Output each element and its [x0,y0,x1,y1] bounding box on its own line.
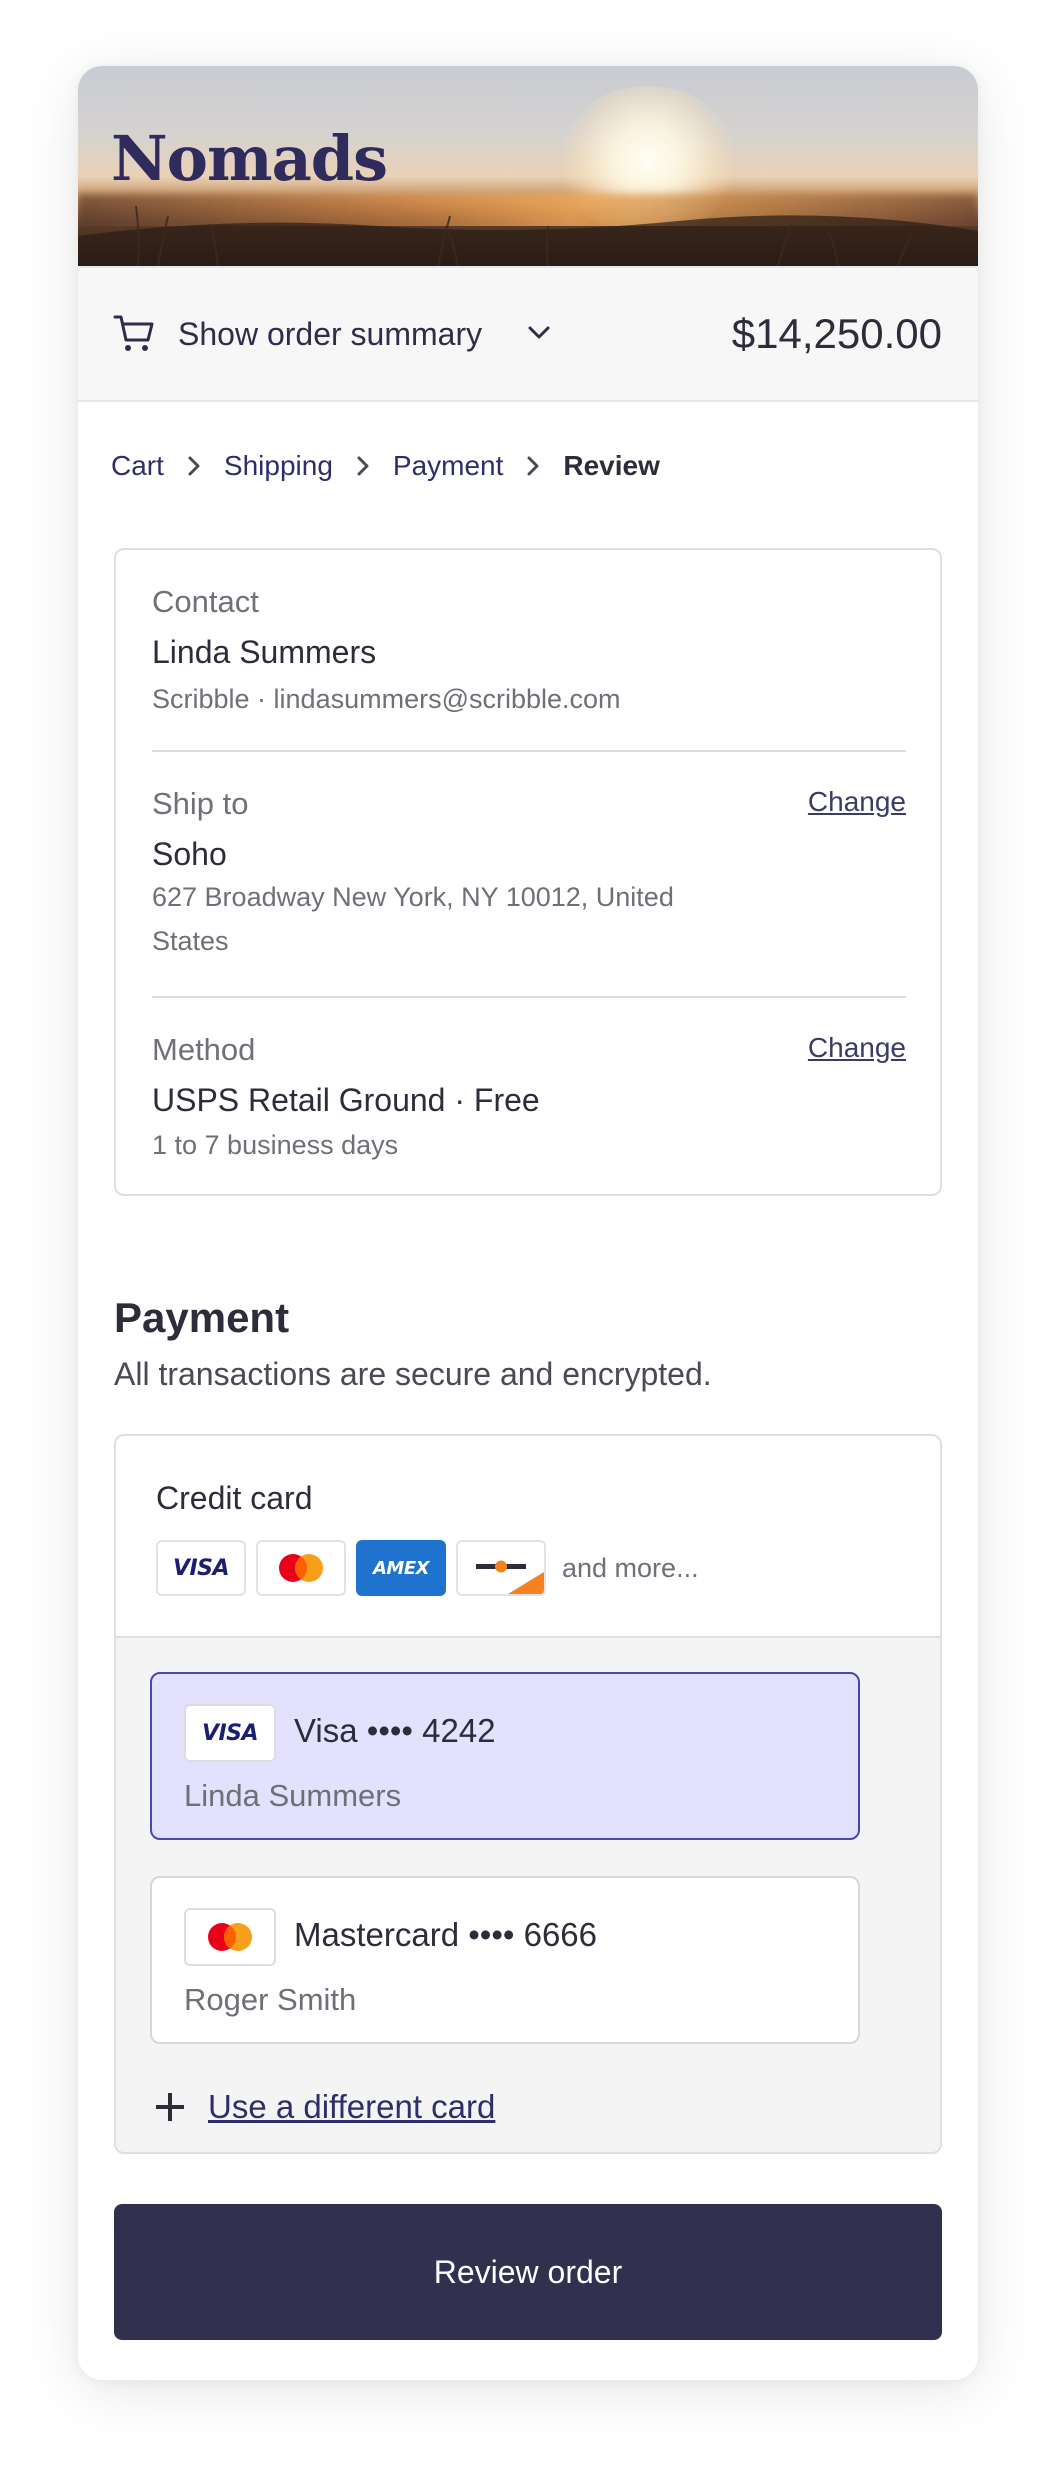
method-detail: 1 to 7 business days [152,1130,399,1160]
contact-section: Contact Linda Summers Scribble · lindasu… [152,584,906,721]
divider [152,996,906,998]
checkout-card: Nomads Show order summary $14,250.00 Car… [78,66,978,2380]
breadcrumb-payment[interactable]: Payment [393,450,504,482]
breadcrumb: Cart Shipping Payment Review [111,446,660,486]
chevron-right-icon [355,454,371,478]
mastercard-logo-icon [184,1908,276,1966]
brand-logo[interactable]: Nomads [111,122,388,195]
review-order-button[interactable]: Review order [114,2204,942,2340]
payment-subtitle: All transactions are secure and encrypte… [114,1356,712,1392]
credit-card-option[interactable]: Credit card VISA AMEX and more... [116,1436,940,1638]
saved-card-label: Visa •••• 4242 [294,1712,496,1749]
order-total: $14,250.00 [731,310,942,357]
divider [152,750,906,752]
method-label: Method [152,1032,256,1067]
more-brands-label: and more... [562,1552,699,1583]
amex-logo-icon: AMEX [356,1540,446,1596]
contact-detail: Scribble · lindasummers@scribble.com [152,684,621,714]
order-info-box: Contact Linda Summers Scribble · lindasu… [114,548,942,1196]
plus-icon [156,2093,184,2121]
method-change-link[interactable]: Change [808,1032,906,1064]
show-order-summary-toggle[interactable]: Show order summary [178,316,482,353]
card-brand-logos: VISA AMEX and more... [156,1540,699,1596]
chevron-right-icon [525,454,541,478]
ship-to-section: Ship to Change Soho 627 Broadway New Yor… [152,786,906,963]
breadcrumb-shipping[interactable]: Shipping [224,450,333,482]
saved-card-mastercard[interactable]: Mastercard •••• 6666 Roger Smith [150,1876,860,2044]
mastercard-logo-icon [256,1540,346,1596]
ship-to-address: 627 Broadway New York, NY 10012, United … [152,882,674,956]
ship-to-label: Ship to [152,786,249,821]
saved-card-holder: Roger Smith [184,1982,357,2017]
method-name: USPS Retail Ground · Free [152,1082,540,1118]
chevron-down-icon[interactable] [526,324,552,347]
saved-card-label: Mastercard •••• 6666 [294,1916,598,1953]
hero-banner: Nomads [78,66,978,266]
breadcrumb-cart[interactable]: Cart [111,450,164,482]
chevron-right-icon [186,454,202,478]
contact-label: Contact [152,584,259,619]
use-different-card-label: Use a different card [208,2088,496,2125]
contact-name: Linda Summers [152,634,377,670]
method-section: Method Change USPS Retail Ground · Free … [152,1032,906,1167]
visa-logo-icon: VISA [184,1704,276,1762]
order-summary-bar[interactable]: Show order summary $14,250.00 [78,266,978,402]
credit-card-title: Credit card [156,1480,313,1516]
breadcrumb-review: Review [563,450,660,481]
discover-logo-icon [456,1540,546,1596]
saved-card-holder: Linda Summers [184,1778,402,1813]
cart-icon [112,312,156,361]
payment-title: Payment [114,1294,290,1341]
ship-to-change-link[interactable]: Change [808,786,906,818]
ship-to-name: Soho [152,836,227,872]
payment-options-box: Credit card VISA AMEX and more... VISA V… [114,1434,942,2154]
saved-card-visa[interactable]: VISA Visa •••• 4242 Linda Summers [150,1672,860,1840]
visa-logo-icon: VISA [156,1540,246,1596]
use-different-card-link[interactable]: Use a different card [156,2088,495,2126]
